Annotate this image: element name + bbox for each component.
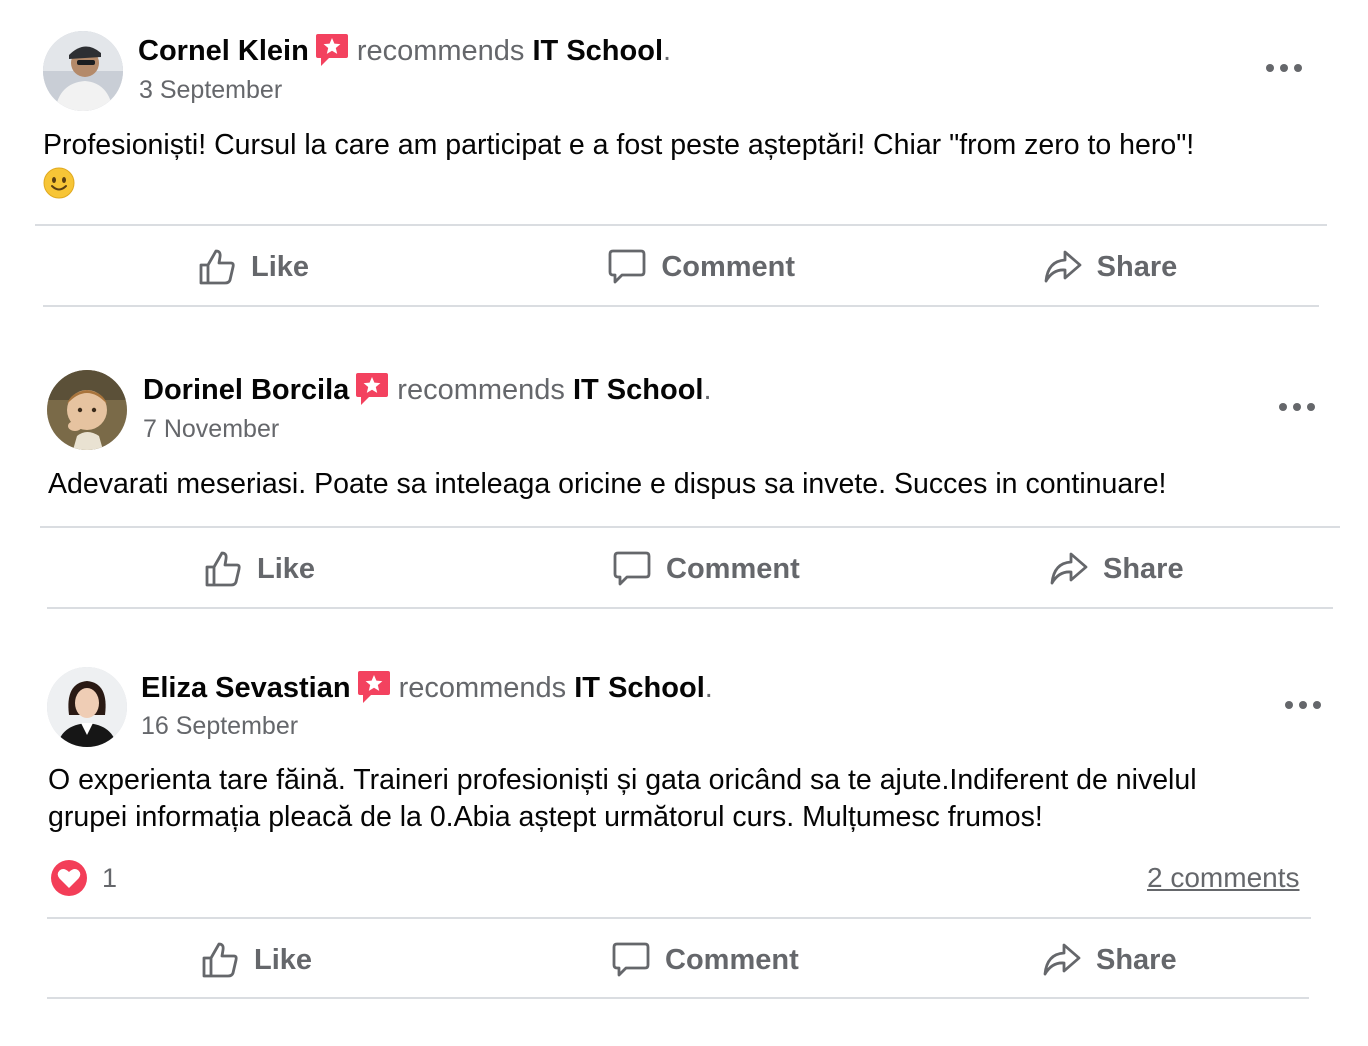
reactions-summary: 1 2 comments: [0, 859, 1368, 903]
action-bar: Like Comment Share: [0, 920, 1368, 1000]
like-button[interactable]: Like: [40, 227, 482, 307]
action-bar: Like Comment Share: [0, 529, 1368, 609]
period: .: [703, 374, 712, 406]
like-button[interactable]: Like: [40, 529, 482, 609]
like-label: Like: [257, 552, 316, 585]
avatar[interactable]: [47, 370, 127, 450]
like-label: Like: [251, 250, 310, 283]
recommends-label: recommends: [397, 374, 565, 406]
smiley-emoji-icon: [43, 167, 75, 199]
author-name[interactable]: Cornel Klein: [138, 35, 309, 67]
divider: [47, 917, 1311, 919]
reaction-count[interactable]: 1: [102, 859, 117, 897]
share-arrow-icon: [1044, 250, 1082, 283]
recommend-star-icon: [315, 32, 349, 68]
share-arrow-icon: [1050, 552, 1088, 585]
period: .: [663, 35, 672, 67]
period: .: [704, 672, 713, 704]
post-text-line: grupei informația pleacă de la 0.Abia aș…: [48, 801, 1043, 833]
post-header: Eliza Sevastian recommends IT School.: [141, 669, 713, 706]
comment-bubble-icon: [612, 942, 650, 977]
comment-label: Comment: [666, 552, 800, 585]
page-name-link[interactable]: IT School: [574, 672, 705, 704]
post-date[interactable]: 16 September: [141, 711, 298, 741]
share-arrow-icon: [1043, 943, 1081, 976]
comment-button[interactable]: Comment: [486, 920, 897, 1000]
post-date[interactable]: 3 September: [139, 75, 282, 105]
recommends-label: recommends: [356, 35, 525, 67]
comment-button[interactable]: Comment: [482, 227, 892, 307]
recommend-star-icon: [357, 669, 391, 705]
page-name-link[interactable]: IT School: [533, 35, 664, 67]
post-text-line: O experienta tare făină. Traineri profes…: [48, 764, 1197, 796]
thumbs-up-icon: [199, 249, 235, 285]
more-options-icon[interactable]: [1264, 58, 1304, 78]
divider: [35, 224, 1327, 226]
divider: [43, 305, 1319, 307]
post-header: Dorinel Borcila recommends IT School.: [143, 371, 712, 408]
post-text: Adevarati meseriasi. Poate sa inteleaga …: [48, 466, 1166, 503]
thumbs-up-icon: [202, 942, 238, 978]
author-name[interactable]: Eliza Sevastian: [141, 672, 351, 704]
post-header: Cornel Klein recommends IT School.: [138, 32, 671, 69]
post-text: Profesioniști! Cursul la care am partici…: [43, 127, 1194, 205]
comments-count-link[interactable]: 2 comments: [1147, 859, 1300, 897]
divider: [47, 997, 1309, 999]
action-bar: Like Comment Share: [0, 227, 1368, 307]
recommends-label: recommends: [398, 672, 567, 704]
share-label: Share: [1096, 943, 1177, 976]
share-button[interactable]: Share: [893, 227, 1328, 307]
share-label: Share: [1103, 552, 1184, 585]
share-button[interactable]: Share: [897, 920, 1328, 1000]
post-text-line: [43, 167, 1194, 205]
comment-bubble-icon: [608, 249, 646, 284]
avatar[interactable]: [43, 31, 123, 111]
recommend-star-icon: [355, 371, 389, 407]
divider: [40, 526, 1340, 528]
heart-reaction-icon[interactable]: [50, 859, 88, 897]
post-text-line: Adevarati meseriasi. Poate sa inteleaga …: [48, 468, 1167, 500]
author-name[interactable]: Dorinel Borcila: [143, 374, 349, 406]
post-text: O experienta tare făină. Traineri profes…: [48, 762, 1197, 836]
comment-bubble-icon: [613, 551, 651, 586]
comment-button[interactable]: Comment: [482, 529, 891, 609]
thumbs-up-icon: [205, 551, 241, 587]
post-text-line: Profesioniști! Cursul la care am partici…: [43, 129, 1195, 161]
comment-label: Comment: [661, 250, 796, 283]
like-label: Like: [254, 943, 313, 976]
share-label: Share: [1096, 250, 1178, 283]
avatar[interactable]: [47, 667, 127, 747]
share-button[interactable]: Share: [891, 529, 1328, 609]
divider: [47, 607, 1333, 609]
comment-label: Comment: [665, 943, 799, 976]
more-options-icon[interactable]: [1283, 695, 1323, 715]
page-name-link[interactable]: IT School: [573, 374, 704, 406]
more-options-icon[interactable]: [1277, 397, 1317, 417]
post-date[interactable]: 7 November: [143, 414, 279, 444]
like-button[interactable]: Like: [40, 920, 486, 1000]
